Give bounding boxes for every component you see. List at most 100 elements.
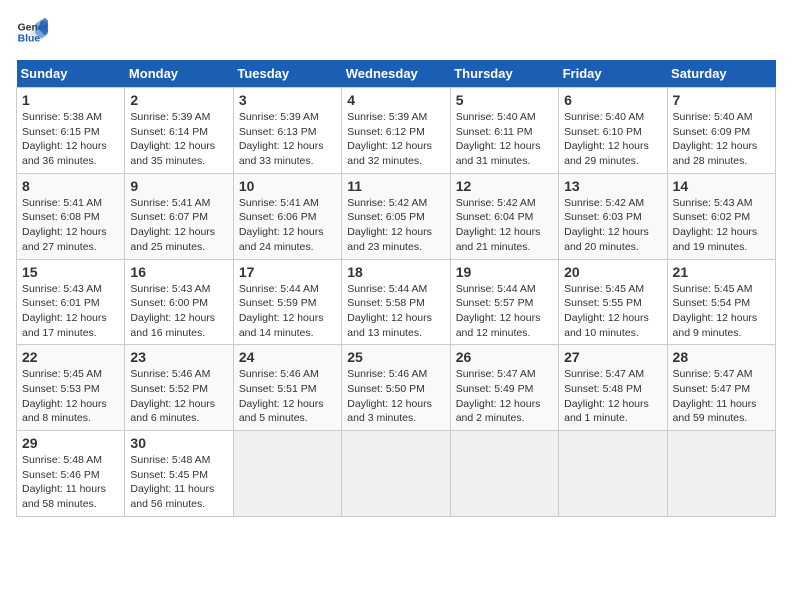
- calendar-cell: 13 Sunrise: 5:42 AMSunset: 6:03 PMDaylig…: [559, 173, 667, 259]
- calendar-cell: 16 Sunrise: 5:43 AMSunset: 6:00 PMDaylig…: [125, 259, 233, 345]
- day-info: Sunrise: 5:47 AMSunset: 5:49 PMDaylight:…: [456, 367, 553, 426]
- day-number: 8: [22, 178, 119, 194]
- day-info: Sunrise: 5:45 AMSunset: 5:55 PMDaylight:…: [564, 282, 661, 341]
- calendar-cell: 15 Sunrise: 5:43 AMSunset: 6:01 PMDaylig…: [17, 259, 125, 345]
- day-number: 27: [564, 349, 661, 365]
- calendar-week-row: 22 Sunrise: 5:45 AMSunset: 5:53 PMDaylig…: [17, 345, 776, 431]
- day-info: Sunrise: 5:43 AMSunset: 6:00 PMDaylight:…: [130, 282, 227, 341]
- calendar-cell: 6 Sunrise: 5:40 AMSunset: 6:10 PMDayligh…: [559, 88, 667, 174]
- day-number: 2: [130, 92, 227, 108]
- calendar-cell: 19 Sunrise: 5:44 AMSunset: 5:57 PMDaylig…: [450, 259, 558, 345]
- day-number: 9: [130, 178, 227, 194]
- day-info: Sunrise: 5:44 AMSunset: 5:57 PMDaylight:…: [456, 282, 553, 341]
- day-info: Sunrise: 5:46 AMSunset: 5:51 PMDaylight:…: [239, 367, 336, 426]
- calendar-cell: 27 Sunrise: 5:47 AMSunset: 5:48 PMDaylig…: [559, 345, 667, 431]
- day-info: Sunrise: 5:48 AMSunset: 5:46 PMDaylight:…: [22, 453, 119, 512]
- calendar-cell: 4 Sunrise: 5:39 AMSunset: 6:12 PMDayligh…: [342, 88, 450, 174]
- day-info: Sunrise: 5:42 AMSunset: 6:03 PMDaylight:…: [564, 196, 661, 255]
- weekday-header-row: SundayMondayTuesdayWednesdayThursdayFrid…: [17, 60, 776, 88]
- day-number: 21: [673, 264, 770, 280]
- calendar-cell: 10 Sunrise: 5:41 AMSunset: 6:06 PMDaylig…: [233, 173, 341, 259]
- calendar-cell: 9 Sunrise: 5:41 AMSunset: 6:07 PMDayligh…: [125, 173, 233, 259]
- weekday-header: Friday: [559, 60, 667, 88]
- weekday-header: Thursday: [450, 60, 558, 88]
- calendar-cell: 24 Sunrise: 5:46 AMSunset: 5:51 PMDaylig…: [233, 345, 341, 431]
- calendar-cell: 26 Sunrise: 5:47 AMSunset: 5:49 PMDaylig…: [450, 345, 558, 431]
- day-number: 30: [130, 435, 227, 451]
- day-info: Sunrise: 5:45 AMSunset: 5:53 PMDaylight:…: [22, 367, 119, 426]
- day-info: Sunrise: 5:42 AMSunset: 6:05 PMDaylight:…: [347, 196, 444, 255]
- day-info: Sunrise: 5:39 AMSunset: 6:14 PMDaylight:…: [130, 110, 227, 169]
- day-number: 11: [347, 178, 444, 194]
- calendar-cell: 25 Sunrise: 5:46 AMSunset: 5:50 PMDaylig…: [342, 345, 450, 431]
- day-info: Sunrise: 5:48 AMSunset: 5:45 PMDaylight:…: [130, 453, 227, 512]
- calendar-cell: 22 Sunrise: 5:45 AMSunset: 5:53 PMDaylig…: [17, 345, 125, 431]
- day-number: 7: [673, 92, 770, 108]
- day-number: 28: [673, 349, 770, 365]
- calendar-cell: 17 Sunrise: 5:44 AMSunset: 5:59 PMDaylig…: [233, 259, 341, 345]
- day-number: 18: [347, 264, 444, 280]
- calendar-week-row: 29 Sunrise: 5:48 AMSunset: 5:46 PMDaylig…: [17, 431, 776, 517]
- calendar-cell: 20 Sunrise: 5:45 AMSunset: 5:55 PMDaylig…: [559, 259, 667, 345]
- day-info: Sunrise: 5:40 AMSunset: 6:11 PMDaylight:…: [456, 110, 553, 169]
- day-info: Sunrise: 5:43 AMSunset: 6:01 PMDaylight:…: [22, 282, 119, 341]
- day-number: 15: [22, 264, 119, 280]
- calendar-table: SundayMondayTuesdayWednesdayThursdayFrid…: [16, 60, 776, 517]
- day-info: Sunrise: 5:40 AMSunset: 6:10 PMDaylight:…: [564, 110, 661, 169]
- day-number: 4: [347, 92, 444, 108]
- day-number: 13: [564, 178, 661, 194]
- calendar-cell: 11 Sunrise: 5:42 AMSunset: 6:05 PMDaylig…: [342, 173, 450, 259]
- day-info: Sunrise: 5:43 AMSunset: 6:02 PMDaylight:…: [673, 196, 770, 255]
- weekday-header: Sunday: [17, 60, 125, 88]
- day-info: Sunrise: 5:45 AMSunset: 5:54 PMDaylight:…: [673, 282, 770, 341]
- calendar-cell: [667, 431, 775, 517]
- calendar-cell: 12 Sunrise: 5:42 AMSunset: 6:04 PMDaylig…: [450, 173, 558, 259]
- day-number: 23: [130, 349, 227, 365]
- calendar-cell: 28 Sunrise: 5:47 AMSunset: 5:47 PMDaylig…: [667, 345, 775, 431]
- day-info: Sunrise: 5:39 AMSunset: 6:13 PMDaylight:…: [239, 110, 336, 169]
- day-info: Sunrise: 5:38 AMSunset: 6:15 PMDaylight:…: [22, 110, 119, 169]
- day-info: Sunrise: 5:41 AMSunset: 6:07 PMDaylight:…: [130, 196, 227, 255]
- day-number: 29: [22, 435, 119, 451]
- day-info: Sunrise: 5:46 AMSunset: 5:52 PMDaylight:…: [130, 367, 227, 426]
- calendar-cell: 30 Sunrise: 5:48 AMSunset: 5:45 PMDaylig…: [125, 431, 233, 517]
- calendar-cell: 14 Sunrise: 5:43 AMSunset: 6:02 PMDaylig…: [667, 173, 775, 259]
- day-number: 26: [456, 349, 553, 365]
- calendar-cell: 23 Sunrise: 5:46 AMSunset: 5:52 PMDaylig…: [125, 345, 233, 431]
- logo: General Blue: [16, 16, 52, 48]
- day-info: Sunrise: 5:47 AMSunset: 5:47 PMDaylight:…: [673, 367, 770, 426]
- day-number: 17: [239, 264, 336, 280]
- day-number: 3: [239, 92, 336, 108]
- weekday-header: Monday: [125, 60, 233, 88]
- day-number: 1: [22, 92, 119, 108]
- day-number: 6: [564, 92, 661, 108]
- day-number: 24: [239, 349, 336, 365]
- day-info: Sunrise: 5:41 AMSunset: 6:08 PMDaylight:…: [22, 196, 119, 255]
- calendar-cell: [450, 431, 558, 517]
- calendar-week-row: 1 Sunrise: 5:38 AMSunset: 6:15 PMDayligh…: [17, 88, 776, 174]
- day-number: 22: [22, 349, 119, 365]
- weekday-header: Saturday: [667, 60, 775, 88]
- calendar-week-row: 8 Sunrise: 5:41 AMSunset: 6:08 PMDayligh…: [17, 173, 776, 259]
- weekday-header: Tuesday: [233, 60, 341, 88]
- day-info: Sunrise: 5:44 AMSunset: 5:58 PMDaylight:…: [347, 282, 444, 341]
- day-info: Sunrise: 5:42 AMSunset: 6:04 PMDaylight:…: [456, 196, 553, 255]
- day-number: 5: [456, 92, 553, 108]
- calendar-cell: 21 Sunrise: 5:45 AMSunset: 5:54 PMDaylig…: [667, 259, 775, 345]
- day-info: Sunrise: 5:47 AMSunset: 5:48 PMDaylight:…: [564, 367, 661, 426]
- day-info: Sunrise: 5:39 AMSunset: 6:12 PMDaylight:…: [347, 110, 444, 169]
- day-info: Sunrise: 5:44 AMSunset: 5:59 PMDaylight:…: [239, 282, 336, 341]
- calendar-cell: 29 Sunrise: 5:48 AMSunset: 5:46 PMDaylig…: [17, 431, 125, 517]
- day-info: Sunrise: 5:41 AMSunset: 6:06 PMDaylight:…: [239, 196, 336, 255]
- day-info: Sunrise: 5:46 AMSunset: 5:50 PMDaylight:…: [347, 367, 444, 426]
- calendar-cell: 8 Sunrise: 5:41 AMSunset: 6:08 PMDayligh…: [17, 173, 125, 259]
- logo-icon: General Blue: [16, 16, 48, 48]
- calendar-week-row: 15 Sunrise: 5:43 AMSunset: 6:01 PMDaylig…: [17, 259, 776, 345]
- day-number: 12: [456, 178, 553, 194]
- day-number: 16: [130, 264, 227, 280]
- page-header: General Blue: [16, 16, 776, 48]
- day-number: 10: [239, 178, 336, 194]
- day-number: 25: [347, 349, 444, 365]
- calendar-cell: 2 Sunrise: 5:39 AMSunset: 6:14 PMDayligh…: [125, 88, 233, 174]
- day-info: Sunrise: 5:40 AMSunset: 6:09 PMDaylight:…: [673, 110, 770, 169]
